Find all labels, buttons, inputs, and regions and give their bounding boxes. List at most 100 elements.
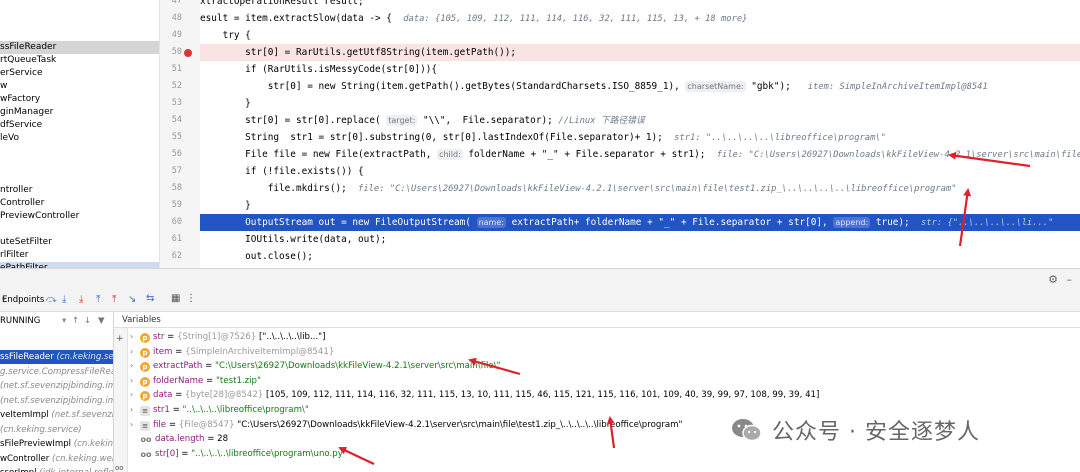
parameter-icon: p bbox=[140, 333, 150, 343]
variable-value: [105, 109, 112, 111, 114, 116, 32, 111, … bbox=[266, 390, 820, 401]
code-line[interactable]: str[0] = RarUtils.getUtf8String(item.get… bbox=[200, 44, 1080, 61]
step-out-icon[interactable]: ⤒ bbox=[96, 294, 100, 305]
drop-frame-icon[interactable]: ⤒ bbox=[112, 294, 116, 305]
code-line[interactable]: try { bbox=[200, 27, 1080, 44]
variables-panel[interactable]: Variables + oo › p str = {String[1]@7526} … bbox=[114, 312, 1080, 472]
stack-frame[interactable]: g.service.CompressFileReader bbox=[0, 365, 113, 379]
code-line[interactable]: if (RarUtils.isMessyCode(str[0])){ bbox=[200, 61, 1080, 78]
add-watch-icon[interactable]: + bbox=[116, 334, 124, 344]
tree-item[interactable]: rlFilter bbox=[0, 249, 159, 262]
variable-value: 28 bbox=[217, 434, 229, 445]
code-text: OutputStream out = new FileOutputStream( bbox=[200, 217, 477, 228]
code-line[interactable]: file.mkdirs(); file: "C:\Users\26927\Dow… bbox=[200, 180, 1080, 197]
code-line[interactable]: IOUtils.write(data, out); bbox=[200, 231, 1080, 248]
variable-row[interactable]: › p folderName = "test1.zip" bbox=[130, 374, 261, 388]
watch-glasses-icon[interactable]: oo bbox=[115, 464, 124, 472]
variable-row[interactable]: › ≡ str1 = "..\..\..\..\libreoffice\progra… bbox=[130, 403, 309, 417]
variable-row[interactable]: › p str = {String[1]@7526} ["..\..\..\..\l… bbox=[130, 330, 326, 344]
thread-up-icon[interactable]: ↑ bbox=[72, 314, 79, 328]
endpoints-tab[interactable]: Endpoints bbox=[2, 295, 44, 305]
expand-chevron-icon[interactable]: › bbox=[130, 418, 140, 432]
tree-item[interactable]: leVo bbox=[0, 132, 159, 145]
code-line[interactable]: } bbox=[200, 197, 1080, 214]
line-number: 48 bbox=[171, 13, 182, 23]
stack-frame[interactable]: (cn.keking.service) bbox=[0, 423, 113, 437]
variable-row[interactable]: oo str[0] = "..\..\..\..\libreoffice\prog… bbox=[130, 447, 347, 461]
line-number: 53 bbox=[171, 98, 182, 108]
tree-item[interactable]: rtQueueTask bbox=[0, 54, 159, 67]
tree-item[interactable]: ssFileReader bbox=[0, 41, 159, 54]
code-line[interactable]: File file = new File(extractPath, child:… bbox=[200, 146, 1080, 163]
tree-item[interactable]: dfService bbox=[0, 119, 159, 132]
force-step-into-icon[interactable]: ⤓ bbox=[79, 294, 83, 305]
more-icon[interactable]: ⋮ bbox=[186, 293, 196, 304]
thread-selector[interactable]: RUNNING ▾ ↑ ↓ ▼ bbox=[0, 314, 113, 328]
step-over-icon[interactable]: ⤼ bbox=[46, 294, 57, 305]
tree-item[interactable]: wFactory bbox=[0, 93, 159, 106]
frame-class: (cn.keking.web.co bbox=[52, 453, 113, 464]
code-line[interactable]: str[0] = str[0].replace( target: "\\", F… bbox=[200, 112, 1080, 129]
thread-down-icon[interactable]: ↓ bbox=[84, 314, 91, 328]
debug-toolbar: ⚬ Endpoints ⤼ ⤓ ⤓ ⤒ ⤒ ↘ ⇆ ▦ ⋮ bbox=[0, 290, 1080, 312]
variable-equals: = bbox=[172, 390, 186, 401]
variable-row[interactable]: › p item = {SimpleInArchiveItemImpl@8541} bbox=[130, 345, 334, 359]
settings-gear-icon[interactable]: ⚙ bbox=[1048, 273, 1058, 286]
variable-row[interactable]: oo data.length = 28 bbox=[130, 432, 229, 446]
stack-frame[interactable]: ssFileReader (cn.keking.service. bbox=[0, 350, 113, 364]
stack-frame[interactable]: sFilePreviewImpl (cn.keking.se bbox=[0, 437, 113, 451]
code-line[interactable]: if (!file.exists()) { bbox=[200, 163, 1080, 180]
step-into-icon[interactable]: ⤓ bbox=[62, 294, 66, 305]
stack-frame[interactable]: wController (cn.keking.web.co bbox=[0, 452, 113, 466]
code-line[interactable]: str[0] = new String(item.getPath().getBy… bbox=[200, 78, 1080, 95]
variable-value: "..\..\..\..\libreoffice\program\uno.py" bbox=[191, 448, 347, 459]
code-line[interactable]: out.close(); bbox=[200, 248, 1080, 265]
code-text: folderName + "_" + File.separator + str1… bbox=[462, 149, 717, 160]
expand-chevron-icon[interactable]: › bbox=[130, 359, 140, 373]
stack-frame[interactable]: (net.sf.sevenzipjbinding.impl) bbox=[0, 394, 113, 408]
code-line[interactable]: esult = item.extractSlow(data -> { data:… bbox=[200, 10, 1080, 27]
minimize-icon[interactable]: – bbox=[1067, 273, 1073, 286]
thread-filter-icon[interactable]: ▼ bbox=[98, 314, 105, 328]
project-tree[interactable]: ssFileReader rtQueueTask erService w wFactor… bbox=[0, 0, 160, 280]
tree-item[interactable]: erService bbox=[0, 67, 159, 80]
filter-icon[interactable]: ▾ bbox=[62, 314, 66, 328]
frame-method: veItemImpl bbox=[0, 410, 52, 420]
code-editor[interactable]: 4748495051525354555657585960616263646566… bbox=[160, 0, 1080, 280]
editor-gutter[interactable]: 4748495051525354555657585960616263646566 bbox=[160, 0, 200, 280]
stack-frame[interactable]: ssorImpl (jdk.internal.reflect) bbox=[0, 466, 113, 472]
expand-chevron-icon[interactable]: › bbox=[130, 403, 140, 417]
variable-type: {byte[28]@8542} bbox=[185, 390, 267, 401]
table-view-icon[interactable]: ▦ bbox=[171, 293, 180, 304]
line-number: 47 bbox=[171, 0, 182, 6]
expand-chevron-icon[interactable]: › bbox=[130, 330, 140, 344]
field-icon: ≡ bbox=[140, 406, 150, 416]
tree-item[interactable]: ntroller bbox=[0, 184, 159, 197]
stack-frame[interactable]: veItemImpl (net.sf.sevenzipjbi bbox=[0, 408, 113, 422]
inline-debug-value: item: SimpleInArchiveItemImpl@8541 bbox=[807, 82, 988, 92]
current-execution-line[interactable]: OutputStream out = new FileOutputStream(… bbox=[200, 214, 1080, 231]
tree-item[interactable]: ginManager bbox=[0, 106, 159, 119]
tree-item[interactable]: Controller bbox=[0, 197, 159, 210]
code-line[interactable]: xtractOperationResult result; bbox=[200, 0, 1080, 10]
line-number: 60 bbox=[171, 217, 182, 227]
stack-frame[interactable]: (net.sf.sevenzipjbinding.impl) bbox=[0, 379, 113, 393]
tree-item[interactable]: uteSetFilter bbox=[0, 236, 159, 249]
breakpoint-icon[interactable] bbox=[184, 49, 192, 57]
expand-chevron-icon[interactable]: › bbox=[130, 345, 140, 359]
tree-item[interactable]: w bbox=[0, 80, 159, 93]
evaluate-icon[interactable]: ⇆ bbox=[146, 293, 154, 304]
expand-chevron-icon[interactable]: › bbox=[130, 374, 140, 388]
variable-name: extractPath bbox=[153, 361, 203, 372]
run-to-cursor-icon[interactable]: ↘ bbox=[128, 294, 136, 305]
variable-row[interactable]: › p extractPath = "C:\Users\26927\Download… bbox=[130, 359, 501, 373]
variable-row[interactable]: › ≡ file = {File@8547} "C:\Users\26927\Dow… bbox=[130, 418, 682, 432]
watermark-text: 公众号 · 安全逐梦人 bbox=[772, 420, 980, 445]
frames-panel[interactable]: RUNNING ▾ ↑ ↓ ▼ ssFileReader (cn.keking.… bbox=[0, 312, 114, 472]
expand-chevron-icon[interactable]: › bbox=[130, 388, 140, 402]
code-line[interactable]: } bbox=[200, 95, 1080, 112]
watch-icon: oo bbox=[140, 449, 152, 459]
code-line[interactable]: String str1 = str[0].substring(0, str[0]… bbox=[200, 129, 1080, 146]
tree-item[interactable]: PreviewController bbox=[0, 210, 159, 223]
variable-row[interactable]: › p data = {byte[28]@8542} [105, 109, 112,… bbox=[130, 388, 819, 402]
watch-icon: oo bbox=[140, 435, 152, 445]
